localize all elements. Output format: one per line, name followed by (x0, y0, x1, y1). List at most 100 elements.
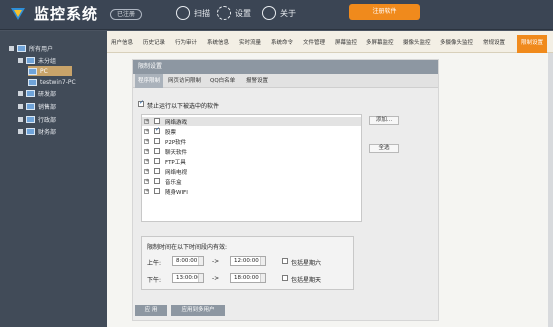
subtab-web-restriction[interactable]: 网页访问限制 (165, 74, 204, 88)
subtab-alarm-settings[interactable]: 报警设置 (243, 74, 271, 88)
top-bar: 监控系统 已注册 扫描 设置 关于 注册软件 (0, 0, 553, 30)
gear-icon (217, 6, 231, 20)
list-item[interactable]: + 随身WIFI (142, 187, 361, 196)
pm-label: 下午: (147, 277, 162, 284)
forbid-programs-label: 禁止运行以下被选中的软件 (147, 103, 220, 110)
program-checkbox[interactable] (154, 118, 160, 124)
app-title: 监控系统 (34, 5, 99, 23)
tab-camera-monitor[interactable]: 摄像头监控 (403, 38, 431, 46)
program-checkbox[interactable] (154, 178, 160, 184)
spin-icon[interactable] (198, 257, 203, 265)
program-checkbox[interactable] (154, 158, 160, 164)
am-label: 上午: (147, 260, 162, 267)
program-checkbox[interactable] (154, 168, 160, 174)
tab-file-manager[interactable]: 文件管理 (303, 38, 325, 46)
tree-item-pc[interactable]: PC (28, 66, 72, 76)
collapse-icon[interactable] (9, 45, 14, 51)
function-tab-bar: 用户信息 历史记录 行为审计 系统信息 实时流量 系统命令 文件管理 屏幕监控 … (107, 31, 553, 53)
tree-item-admin-dept[interactable]: 行政部 (18, 114, 56, 124)
computer-icon (28, 67, 37, 75)
subtab-qq-whitelist[interactable]: QQ白名单 (207, 74, 238, 88)
computer-icon (26, 127, 35, 135)
tab-multi-camera-monitor[interactable]: 多摄像头监控 (440, 38, 473, 46)
tab-restriction-settings[interactable]: 限制设置 (517, 35, 548, 53)
expand-icon[interactable]: + (144, 179, 149, 184)
apply-button[interactable]: 应 用 (135, 305, 167, 316)
tab-history[interactable]: 历史记录 (143, 38, 165, 46)
list-item[interactable]: + 网络游戏 (142, 117, 361, 126)
collapse-icon[interactable] (18, 90, 23, 96)
panel-title: 限制设置 (133, 60, 438, 74)
tree-item-ungrouped[interactable]: 未分组 (18, 55, 56, 65)
program-checkbox[interactable] (154, 138, 160, 144)
computer-icon (26, 56, 35, 64)
am-start-time-input[interactable]: 8:00:00 (172, 256, 204, 266)
program-checkbox[interactable] (154, 126, 160, 134)
vertical-scrollbar[interactable] (548, 53, 553, 327)
list-item[interactable]: + 股票 (142, 126, 361, 136)
tab-multi-screen-monitor[interactable]: 多屏幕监控 (366, 38, 394, 46)
expand-icon[interactable]: + (144, 189, 149, 194)
tab-realtime-traffic[interactable]: 实时流量 (239, 38, 261, 46)
am-end-time-input[interactable]: 12:00:00 (230, 256, 266, 266)
include-saturday-checkbox[interactable] (282, 258, 288, 264)
tab-behavior-audit[interactable]: 行为审计 (175, 38, 197, 46)
restriction-subtabs: 程序限制 网页访问限制 QQ白名单 报警设置 (133, 74, 438, 88)
settings-button[interactable]: 设置 (217, 4, 251, 22)
tree-item-finance-dept[interactable]: 财务部 (18, 126, 56, 136)
include-sunday-checkbox[interactable] (282, 275, 288, 281)
scan-icon (176, 6, 190, 20)
collapse-icon[interactable] (18, 128, 23, 134)
collapse-icon[interactable] (18, 116, 23, 122)
tree-item-all-users[interactable]: 所有用户 (9, 43, 53, 53)
list-item[interactable]: + P2P软件 (142, 137, 361, 146)
list-item[interactable]: + FTP工具 (142, 157, 361, 166)
expand-icon[interactable]: + (144, 119, 149, 124)
include-sunday-label: 包括星期天 (291, 277, 322, 284)
pm-end-time-input[interactable]: 18:00:00 (230, 273, 266, 283)
tree-item-testwin7-pc[interactable]: testwin7-PC (28, 77, 76, 87)
computer-icon (26, 102, 35, 110)
expand-icon[interactable]: + (144, 159, 149, 164)
expand-icon[interactable]: + (144, 149, 149, 154)
tree-item-rd-dept[interactable]: 研发部 (18, 88, 56, 98)
list-item[interactable]: + 音乐盒 (142, 177, 361, 186)
collapse-icon[interactable] (18, 103, 23, 109)
list-item[interactable]: + 聊天软件 (142, 147, 361, 156)
tab-screen-monitor[interactable]: 屏幕监控 (335, 38, 357, 46)
program-checkbox[interactable] (154, 148, 160, 154)
expand-icon[interactable]: + (144, 169, 149, 174)
tree-item-sales-dept[interactable]: 销售部 (18, 101, 56, 111)
expand-icon[interactable]: + (144, 129, 149, 134)
about-button[interactable]: 关于 (262, 4, 296, 22)
register-button[interactable]: 注册软件 (349, 4, 420, 20)
computer-icon (28, 78, 37, 86)
main-content: 用户信息 历史记录 行为审计 系统信息 实时流量 系统命令 文件管理 屏幕监控 … (107, 31, 553, 327)
tab-system-info[interactable]: 系统信息 (207, 38, 229, 46)
spin-icon[interactable] (260, 274, 265, 282)
spin-icon[interactable] (260, 257, 265, 265)
spin-icon[interactable] (198, 274, 203, 282)
settings-label: 设置 (235, 8, 251, 18)
subtab-program-restriction[interactable]: 程序限制 (135, 74, 164, 88)
time-range-arrow: -> (212, 258, 220, 265)
user-tree-sidebar: 所有用户 未分组 PC testwin7-PC 研发部 销售部 行政部 财务部 (0, 31, 107, 327)
scan-label: 扫描 (194, 8, 210, 18)
collapse-icon[interactable] (18, 57, 23, 63)
scan-button[interactable]: 扫描 (176, 4, 210, 22)
tab-system-command[interactable]: 系统命令 (271, 38, 293, 46)
pm-start-time-input[interactable]: 13:00:00 (172, 273, 204, 283)
program-checkbox[interactable] (154, 188, 160, 194)
forbid-programs-checkbox[interactable] (138, 99, 144, 107)
list-item[interactable]: + 网络电视 (142, 167, 361, 176)
tab-user-info[interactable]: 用户信息 (111, 38, 133, 46)
apply-to-multiple-users-button[interactable]: 应用到多用户 (171, 305, 225, 316)
expand-icon[interactable]: + (144, 139, 149, 144)
add-program-button[interactable]: 添加... (369, 116, 399, 125)
computer-icon (26, 89, 35, 97)
select-all-button[interactable]: 全选 (369, 144, 399, 153)
program-category-list: + 网络游戏 + 股票 + P2P软件 + 聊天软件 + (141, 114, 362, 222)
include-saturday-label: 包括星期六 (291, 260, 322, 267)
computer-icon (17, 44, 26, 52)
tab-general-settings[interactable]: 常规设置 (483, 38, 505, 46)
